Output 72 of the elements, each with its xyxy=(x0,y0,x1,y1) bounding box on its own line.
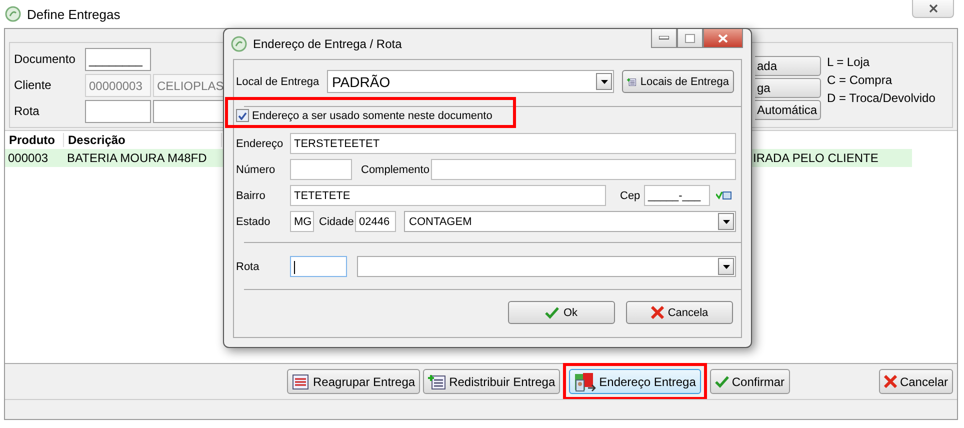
field-label: Endereço xyxy=(236,138,284,150)
dropdown[interactable]: PADRÃO xyxy=(327,70,614,93)
input-field[interactable] xyxy=(431,159,736,180)
list-add-icon xyxy=(428,374,446,390)
field-label: Número xyxy=(236,164,276,176)
table-cell: IRADA PELO CLIENTE xyxy=(750,149,912,167)
column-header: Descrição xyxy=(64,133,222,147)
close-icon xyxy=(928,4,938,13)
dropdown-button[interactable] xyxy=(718,213,734,230)
locations-button[interactable]: Locais de Entrega xyxy=(622,70,734,93)
close-icon xyxy=(718,34,728,42)
dropdown[interactable]: CONTAGEM xyxy=(404,211,736,232)
field-label: Complemento xyxy=(360,164,430,176)
field-label: Estado xyxy=(236,216,272,228)
input-field[interactable] xyxy=(290,256,347,277)
toolbar-button[interactable]: Endereço Entrega xyxy=(569,369,701,394)
check-icon xyxy=(238,112,247,120)
table-cell: BATERIA MOURA M48FD xyxy=(64,149,222,167)
input-field[interactable] xyxy=(290,159,352,180)
input-field[interactable]: _____-___ xyxy=(644,185,710,206)
input-field[interactable]: TERSTETEETET xyxy=(290,133,736,154)
cross-icon xyxy=(650,306,664,319)
dialog-button[interactable]: Ok xyxy=(508,301,615,324)
action-button[interactable]: ga xyxy=(755,78,821,98)
close-button[interactable] xyxy=(703,29,743,48)
field-label: Cliente xyxy=(14,78,52,92)
input-field[interactable]: 02446 xyxy=(355,211,396,232)
input-field[interactable]: MG xyxy=(290,211,314,232)
checkbox-label: Endereço a ser usado somente neste documento xyxy=(252,110,492,122)
app-icon xyxy=(231,36,247,52)
field-label: Documento xyxy=(14,52,76,66)
field-label: Bairro xyxy=(236,190,266,202)
check-icon xyxy=(714,376,729,388)
maximize-icon xyxy=(685,34,695,42)
legend-text: L = Loja xyxy=(827,55,871,69)
field-label: Rota xyxy=(236,260,260,272)
table-cell: 000003 xyxy=(5,149,64,167)
minimize-button[interactable] xyxy=(651,29,677,48)
dropdown-button[interactable] xyxy=(718,258,734,275)
dropdown-arrow-icon xyxy=(722,220,730,224)
action-button[interactable]: Automática xyxy=(755,100,821,120)
address-card-icon xyxy=(574,372,596,392)
app-icon xyxy=(5,6,21,22)
toolbar-button[interactable]: Redistribuir Entrega xyxy=(423,369,560,394)
input-field[interactable]: TETETETE xyxy=(290,185,606,206)
toolbar-button[interactable]: Cancelar xyxy=(878,369,953,394)
input-field[interactable] xyxy=(85,100,151,122)
toolbar-button[interactable]: Confirmar xyxy=(710,369,790,394)
action-button[interactable]: ada xyxy=(755,56,821,76)
column-header: Produto xyxy=(5,133,64,147)
input-field[interactable]: ________ xyxy=(85,48,151,70)
checkbox[interactable] xyxy=(236,109,249,122)
dropdown-arrow-icon xyxy=(600,80,608,84)
dropdown-button[interactable] xyxy=(596,73,612,90)
mail-arrow-icon[interactable] xyxy=(716,191,732,200)
dialog-title: Endereço de Entrega / Rota xyxy=(253,37,402,51)
field-label: Cep xyxy=(619,190,642,202)
dialog-button[interactable]: Cancela xyxy=(626,301,733,324)
field-label: Cidade xyxy=(318,216,355,228)
list-icon xyxy=(292,374,310,390)
toolbar-button[interactable]: Reagrupar Entrega xyxy=(287,369,420,394)
check-icon xyxy=(545,306,560,318)
minimize-icon xyxy=(659,36,669,40)
dropdown-arrow-icon xyxy=(722,264,730,268)
close-button[interactable] xyxy=(912,0,954,18)
legend-text: C = Compra xyxy=(827,73,894,87)
field-label: Rota xyxy=(14,104,40,118)
cross-icon xyxy=(884,375,897,388)
maximize-button[interactable] xyxy=(677,29,703,48)
window-title: Define Entregas xyxy=(27,6,120,22)
legend-text: D = Troca/Devolvido xyxy=(827,91,936,105)
field-label: Local de Entrega xyxy=(236,76,320,88)
